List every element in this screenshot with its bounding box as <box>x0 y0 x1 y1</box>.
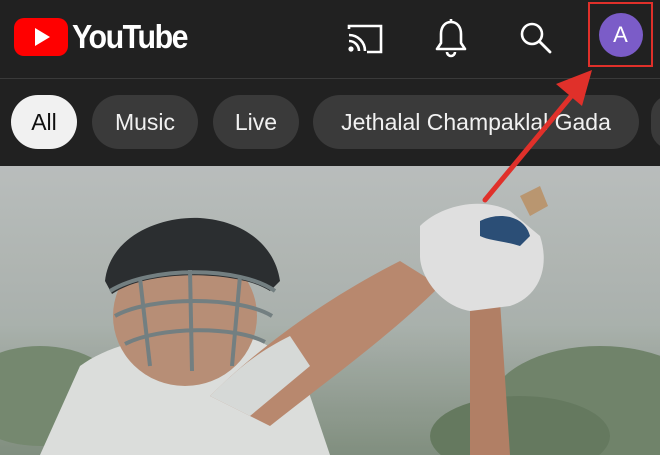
cast-button[interactable] <box>341 14 389 62</box>
avatar[interactable]: A <box>598 12 643 57</box>
video-thumbnail[interactable] <box>0 166 660 455</box>
bell-icon <box>435 19 467 58</box>
chip-live[interactable]: Live <box>213 95 299 149</box>
cricket-batsman-image <box>0 166 660 455</box>
search-icon <box>520 22 552 54</box>
youtube-play-icon <box>14 18 68 56</box>
notifications-button[interactable] <box>427 14 475 62</box>
chip-all[interactable]: All <box>11 95 77 149</box>
youtube-logo[interactable]: YouTube <box>14 17 197 57</box>
chip-more[interactable] <box>651 95 660 149</box>
account-avatar-highlight[interactable]: A <box>588 2 653 67</box>
top-app-bar: YouTube A <box>0 0 660 78</box>
category-chip-bar: All Music Live Jethalal Champaklal Gada <box>0 79 660 166</box>
cast-icon <box>347 24 383 54</box>
search-button[interactable] <box>512 14 560 62</box>
chip-music[interactable]: Music <box>92 95 198 149</box>
chip-jethalal-champaklal-gada[interactable]: Jethalal Champaklal Gada <box>313 95 639 149</box>
brand-name: YouTube <box>72 18 189 55</box>
